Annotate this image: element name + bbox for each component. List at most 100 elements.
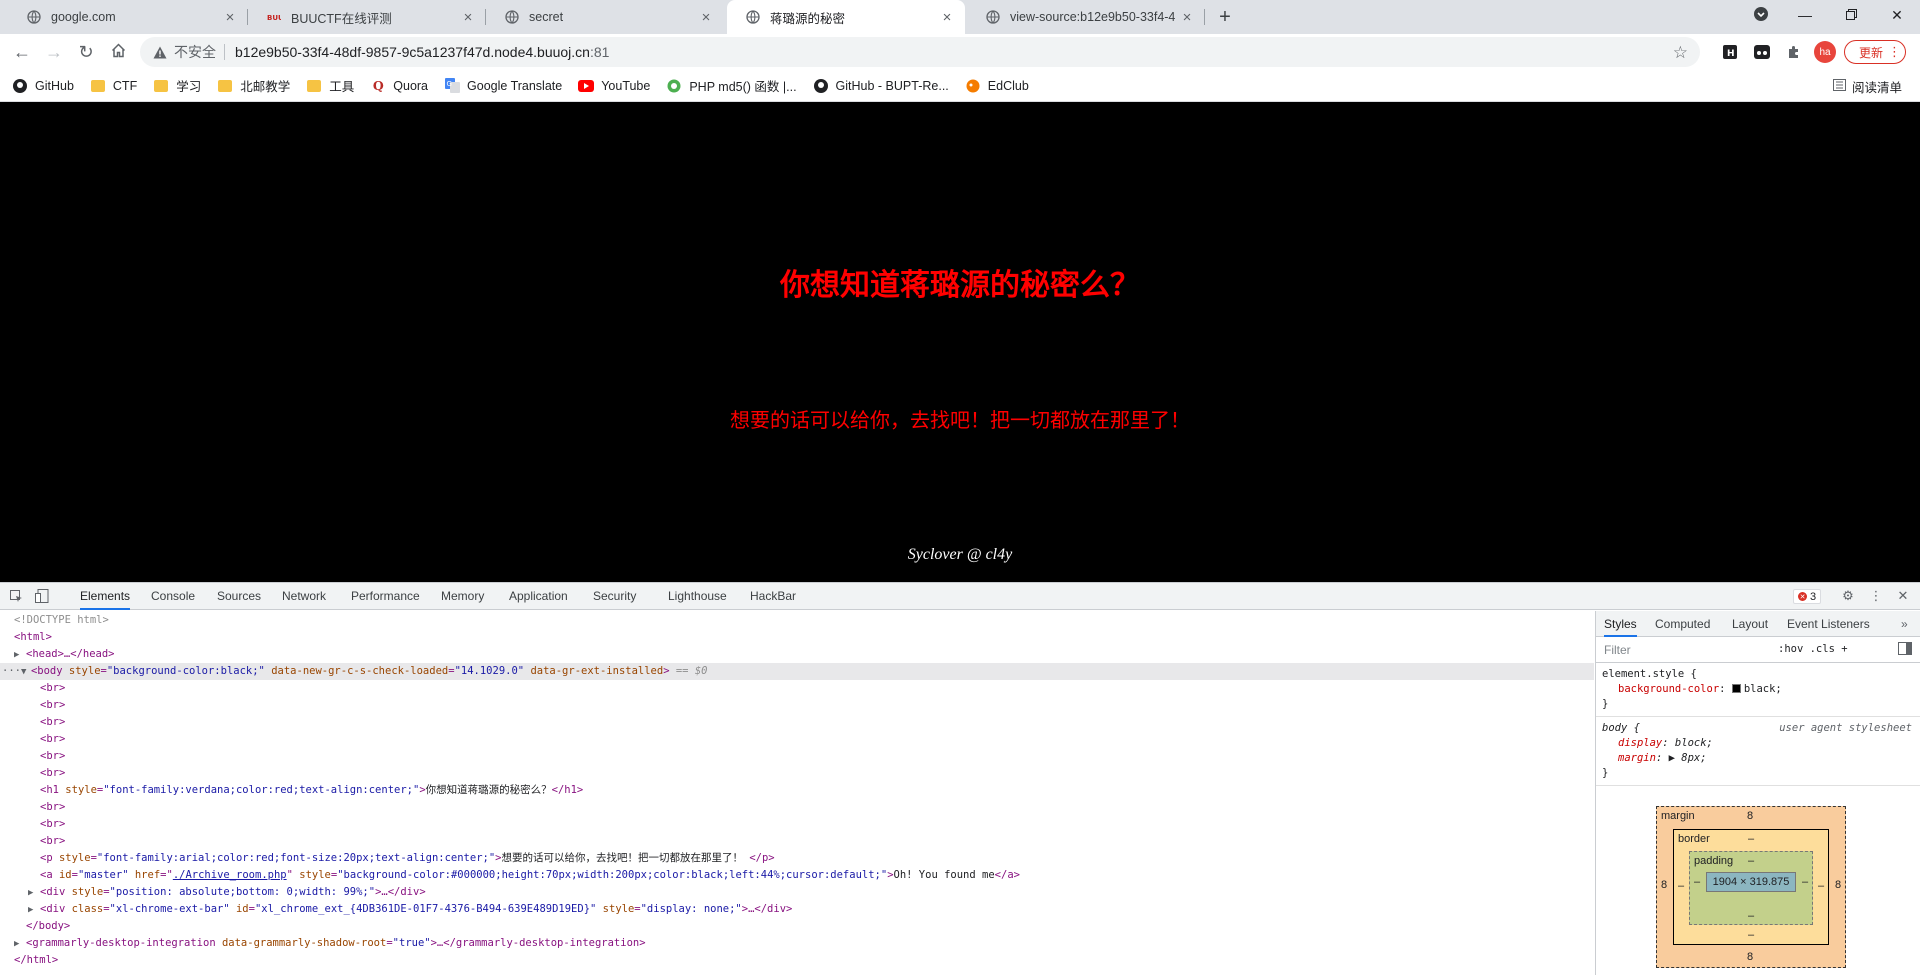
filter-options[interactable]: :hov .cls + xyxy=(1778,643,1848,655)
reload-button[interactable]: ↻ xyxy=(72,38,100,66)
dom-node[interactable]: <br> xyxy=(40,799,65,816)
more-icon[interactable]: ··· xyxy=(0,665,21,677)
reading-list-button[interactable]: 阅读清单 xyxy=(1832,77,1902,96)
dom-node[interactable]: <p style="font-family:arial;color:red;fo… xyxy=(40,850,775,867)
dom-node[interactable]: <a id="master" href="./Archive_room.php"… xyxy=(40,867,1020,884)
padding-right-value[interactable]: – xyxy=(1802,876,1808,888)
expand-icon[interactable]: ▶ xyxy=(28,902,40,919)
devtools-tab-hackbar[interactable]: HackBar xyxy=(750,583,796,610)
back-button[interactable]: ← xyxy=(8,38,36,66)
margin-left-value[interactable]: 8 xyxy=(1661,879,1667,891)
margin-right-value[interactable]: 8 xyxy=(1835,879,1841,891)
error-count-badge[interactable]: ✕ 3 xyxy=(1793,589,1822,604)
update-button[interactable]: 更新 ⋮ xyxy=(1844,40,1906,64)
href-link[interactable]: ./Archive_room.php xyxy=(173,869,287,881)
dom-node[interactable]: <br> xyxy=(40,748,65,765)
styles-tab-event-listeners[interactable]: Event Listeners xyxy=(1787,611,1870,637)
new-tab-button[interactable]: + xyxy=(1213,5,1237,29)
devtools-tab-sources[interactable]: Sources xyxy=(217,583,261,610)
styles-tab-computed[interactable]: Computed xyxy=(1655,611,1710,637)
styles-tab-styles[interactable]: Styles xyxy=(1604,611,1637,637)
restore-button[interactable] xyxy=(1828,0,1874,30)
dom-node[interactable]: ▶ <div class="xl-chrome-ext-bar" id="xl_c… xyxy=(28,901,792,918)
minimize-button[interactable]: — xyxy=(1782,0,1828,30)
tab-secret[interactable]: secret × xyxy=(486,0,724,34)
expand-icon[interactable]: ▶ xyxy=(28,885,40,902)
styles-filter[interactable]: Filter :hov .cls + xyxy=(1596,637,1920,663)
border-bottom-value[interactable]: – xyxy=(1748,929,1754,941)
gear-icon[interactable]: ⚙ xyxy=(1840,588,1856,604)
dom-node[interactable]: <br> xyxy=(40,765,65,782)
tab-buuctf[interactable]: BUU BUUCTF在线评测 × xyxy=(248,0,486,34)
close-icon[interactable]: × xyxy=(1179,9,1195,26)
dom-node[interactable]: <br> xyxy=(40,697,65,714)
expand-icon[interactable]: ▶ xyxy=(14,647,26,664)
bookmark-edclub[interactable]: EdClub xyxy=(965,78,1029,94)
style-rule-element[interactable]: element.style { background-color: black;… xyxy=(1596,663,1920,717)
margin-bottom-value[interactable]: 8 xyxy=(1747,951,1753,963)
close-icon[interactable]: × xyxy=(222,9,238,26)
extension-icon[interactable] xyxy=(1752,42,1772,62)
padding-top-value[interactable]: – xyxy=(1748,855,1754,867)
dom-node[interactable]: ▶ <grammarly-desktop-integration data-gra… xyxy=(14,935,646,952)
extension-icon[interactable]: H xyxy=(1720,42,1740,62)
bookmark-github-bupt[interactable]: GitHub - BUPT-Re... xyxy=(813,78,949,94)
dom-node[interactable]: </body> xyxy=(26,918,70,935)
expand-icon[interactable]: ▶ xyxy=(1669,752,1675,764)
close-icon[interactable]: × xyxy=(460,9,476,26)
border-left-value[interactable]: – xyxy=(1678,880,1684,892)
dom-node[interactable]: ▶ <head>…</head> xyxy=(14,646,115,663)
devtools-tab-performance[interactable]: Performance xyxy=(351,583,420,610)
border-right-value[interactable]: – xyxy=(1818,880,1824,892)
close-icon[interactable]: × xyxy=(939,9,955,26)
dom-node-selected[interactable]: ···▼ <body style="background-color:black;… xyxy=(0,663,1594,680)
avatar[interactable]: ha xyxy=(1814,41,1836,63)
collapse-icon[interactable]: ▼ xyxy=(21,664,31,681)
bookmark-ctf[interactable]: CTF xyxy=(90,78,137,94)
close-icon[interactable]: × xyxy=(698,9,714,26)
dom-node[interactable]: <h1 style="font-family:verdana;color:red… xyxy=(40,782,583,799)
bookmark-study[interactable]: 学习 xyxy=(153,76,201,95)
dom-node[interactable]: <html> xyxy=(14,629,52,646)
close-icon[interactable]: ✕ xyxy=(1895,588,1911,604)
devtools-tab-network[interactable]: Network xyxy=(282,583,326,610)
padding-left-value[interactable]: – xyxy=(1694,876,1700,888)
dom-node[interactable]: </html> xyxy=(14,952,58,969)
security-label[interactable]: 不安全 xyxy=(174,42,216,62)
css-value[interactable]: black; xyxy=(1744,683,1782,695)
dom-node[interactable]: <br> xyxy=(40,714,65,731)
devtools-tab-application[interactable]: Application xyxy=(509,583,568,610)
home-button[interactable] xyxy=(104,38,132,66)
devtools-tab-console[interactable]: Console xyxy=(151,583,195,610)
dom-node[interactable]: <br> xyxy=(40,680,65,697)
device-toolbar-icon[interactable] xyxy=(34,588,50,604)
bookmark-tools[interactable]: 工具 xyxy=(306,76,354,95)
dom-node[interactable]: <!DOCTYPE html> xyxy=(14,612,109,629)
devtools-tab-elements[interactable]: Elements xyxy=(80,583,131,610)
warning-icon[interactable] xyxy=(152,44,168,60)
devtools-tab-security[interactable]: Security xyxy=(593,583,636,610)
tab-search-button[interactable] xyxy=(1738,0,1784,30)
style-rule-body[interactable]: user agent stylesheet body { display: bl… xyxy=(1596,717,1920,786)
dom-node[interactable]: <br> xyxy=(40,731,65,748)
star-icon[interactable]: ☆ xyxy=(1673,43,1688,63)
css-property[interactable]: background-color xyxy=(1618,683,1719,695)
sidebar-toggle-icon[interactable] xyxy=(1898,642,1912,658)
chevron-right-icon[interactable]: » xyxy=(1901,611,1908,637)
styles-tab-layout[interactable]: Layout xyxy=(1732,611,1768,637)
bookmark-github[interactable]: GitHub xyxy=(12,78,74,94)
dom-node[interactable]: ▶ <div style="position: absolute;bottom: … xyxy=(28,884,426,901)
bookmark-bupt[interactable]: 北邮教学 xyxy=(217,76,290,95)
dom-node[interactable]: <br> xyxy=(40,816,65,833)
bookmark-quora[interactable]: Q Quora xyxy=(370,78,428,94)
devtools-tab-memory[interactable]: Memory xyxy=(441,583,484,610)
filter-input[interactable]: Filter xyxy=(1604,643,1631,657)
expand-icon[interactable]: ▶ xyxy=(14,936,26,953)
color-swatch[interactable] xyxy=(1731,684,1741,693)
address-bar[interactable]: 不安全 b12e9b50-33f4-48df-9857-9c5a1237f47d… xyxy=(140,37,1700,67)
dom-node[interactable]: <br> xyxy=(40,833,65,850)
margin-top-value[interactable]: 8 xyxy=(1747,810,1753,822)
padding-bottom-value[interactable]: – xyxy=(1748,910,1754,922)
tab-secret-page[interactable]: 蒋璐源的秘密 × xyxy=(727,0,965,34)
inspect-icon[interactable] xyxy=(8,588,24,604)
